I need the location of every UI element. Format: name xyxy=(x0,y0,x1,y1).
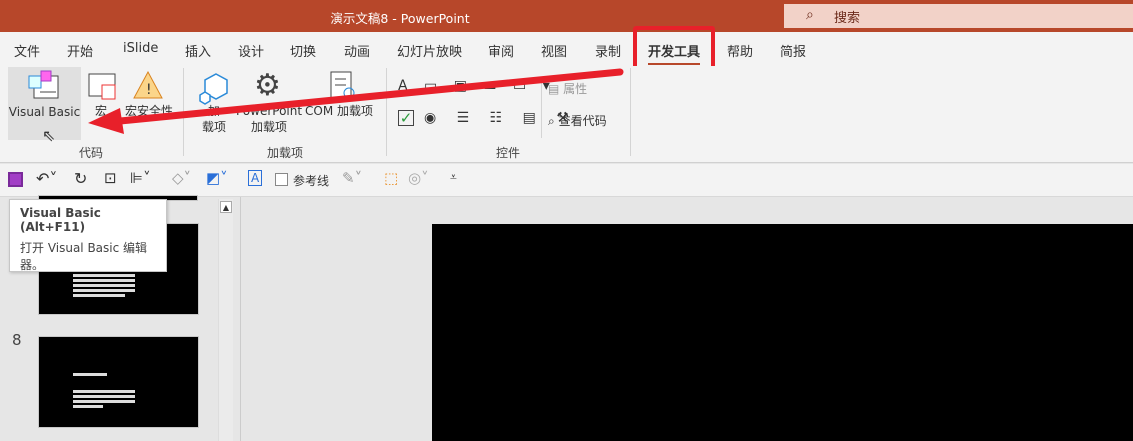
slide-thumbnail[interactable] xyxy=(38,336,199,428)
tooltip: Visual Basic (Alt+F11) 打开 Visual Basic 编… xyxy=(9,199,167,272)
guides-label: 参考线 xyxy=(293,174,330,188)
tooltip-body: 打开 Visual Basic 编辑器。 xyxy=(20,241,148,272)
quick-access-toolbar: ↶˅ ↻ ⊡ ⊫˅ ◇˅ ◩˅ A 参考线 ✎˅ ⬚ ◎˅ ⩡ xyxy=(0,164,1133,197)
tooltip-title: Visual Basic (Alt+F11) xyxy=(20,206,101,234)
save-icon[interactable] xyxy=(8,172,23,187)
thumbnail-scrollbar[interactable]: ▲ xyxy=(218,199,233,441)
redo-icon[interactable]: ↻ xyxy=(74,169,87,188)
textbox-icon[interactable]: A xyxy=(248,170,263,186)
scroll-up-icon[interactable]: ▲ xyxy=(220,201,232,213)
guides-checkbox[interactable] xyxy=(275,173,288,186)
slide-canvas[interactable] xyxy=(432,224,1133,441)
presentation-icon[interactable]: ⊡ xyxy=(104,169,117,187)
slide-number: 8 xyxy=(12,331,22,349)
select-icon[interactable]: ⬚ xyxy=(384,169,398,187)
pen-icon[interactable]: ✎˅ xyxy=(342,169,362,187)
shape-icon[interactable]: ◩˅ xyxy=(206,169,228,187)
fill-icon[interactable]: ◇˅ xyxy=(172,169,191,187)
undo-icon[interactable]: ↶˅ xyxy=(36,169,57,188)
merge-shapes-icon[interactable]: ◎˅ xyxy=(408,169,429,187)
customize-qat-icon[interactable]: ⩡ xyxy=(450,170,457,185)
align-icon[interactable]: ⊫˅ xyxy=(130,169,151,187)
